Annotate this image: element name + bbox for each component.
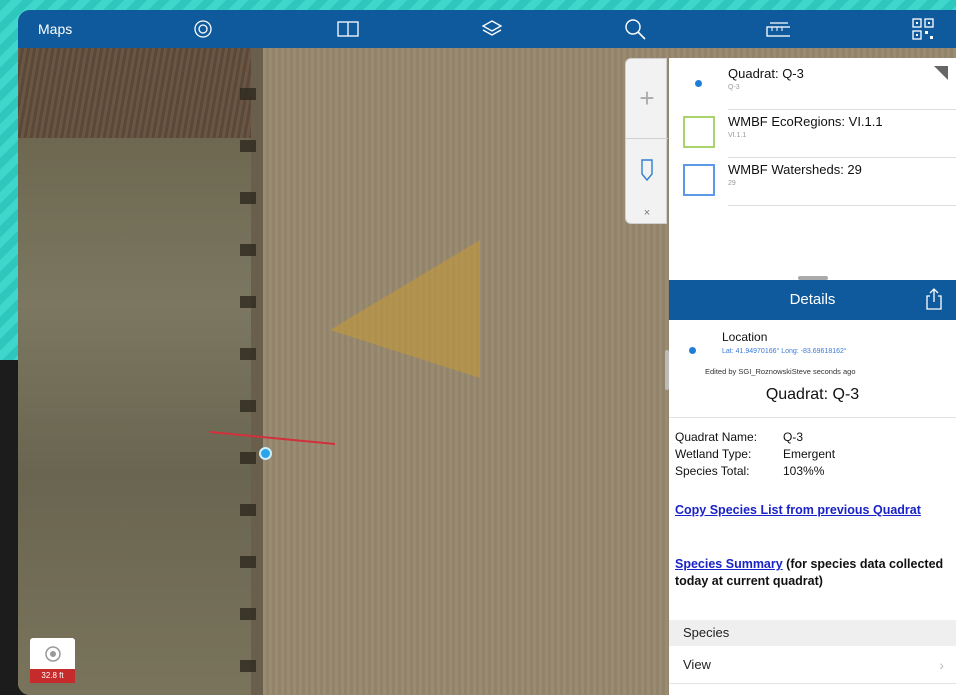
quadrat-polygon[interactable] bbox=[330, 240, 480, 390]
species-summary-block: Species Summary (for species data collec… bbox=[675, 556, 945, 590]
layers-icon[interactable] bbox=[480, 17, 504, 41]
map-tools-column: + × bbox=[625, 58, 668, 224]
search-icon[interactable] bbox=[623, 17, 647, 41]
maps-button[interactable]: Maps bbox=[38, 21, 72, 37]
map-field bbox=[18, 138, 251, 695]
location-coordinates: Lat: 41.94970166° Long: -83.69618162° bbox=[722, 348, 847, 355]
divider bbox=[728, 205, 956, 206]
attribute-row: Species Total: 103%% bbox=[675, 464, 824, 478]
list-item[interactable]: WMBF EcoRegions: VI.1.1 VI.1.1 bbox=[669, 110, 956, 158]
measure-icon[interactable] bbox=[766, 17, 790, 41]
species-section-header: Species bbox=[669, 620, 956, 646]
copy-species-link[interactable]: Copy Species List from previous Quadrat bbox=[675, 503, 921, 517]
species-summary-link[interactable]: Species Summary bbox=[675, 557, 783, 571]
details-header: Details bbox=[669, 280, 956, 320]
attribute-row: Quadrat Name: Q-3 bbox=[675, 430, 803, 444]
layer-subtitle: Q-3 bbox=[728, 84, 740, 91]
attribute-value: Emergent bbox=[783, 447, 836, 461]
layer-subtitle: VI.1.1 bbox=[728, 132, 747, 139]
location-title: Location bbox=[722, 330, 768, 344]
transect-line[interactable] bbox=[210, 428, 340, 448]
close-tools-button[interactable]: × bbox=[626, 202, 668, 224]
qr-code-icon[interactable] bbox=[911, 17, 935, 41]
attribute-row: Wetland Type: Emergent bbox=[675, 447, 835, 461]
share-icon bbox=[926, 288, 942, 310]
point-symbol-icon bbox=[695, 80, 702, 87]
list-item[interactable]: Quadrat: Q-3 Q-3 bbox=[669, 62, 956, 110]
add-feature-button[interactable]: + bbox=[626, 59, 668, 139]
attribute-key: Quadrat Name: bbox=[675, 430, 758, 444]
attribute-key: Wetland Type: bbox=[675, 447, 752, 461]
layer-title: WMBF Watersheds: 29 bbox=[728, 162, 862, 177]
pin-button[interactable] bbox=[626, 139, 668, 201]
details-panel: Location Lat: 41.94970166° Long: -83.696… bbox=[669, 320, 956, 695]
layer-title: Quadrat: Q-3 bbox=[728, 66, 804, 81]
share-button[interactable] bbox=[926, 288, 942, 314]
edited-by-text: Edited by SGI_RoznowskiSteve seconds ago bbox=[705, 367, 856, 376]
pin-icon bbox=[641, 159, 653, 182]
map-treeline bbox=[240, 48, 256, 695]
book-icon[interactable] bbox=[336, 17, 360, 41]
current-location-marker[interactable] bbox=[259, 447, 272, 460]
species-view-row[interactable]: View › bbox=[669, 646, 956, 684]
details-title: Details bbox=[789, 291, 836, 308]
polygon-symbol-icon bbox=[683, 164, 715, 196]
chevron-right-icon: › bbox=[939, 657, 944, 673]
locate-button[interactable]: 32.8 ft bbox=[30, 638, 75, 683]
copy-species-block: Copy Species List from previous Quadrat bbox=[675, 502, 945, 519]
map-field bbox=[18, 48, 251, 138]
feature-heading: Quadrat: Q-3 bbox=[669, 386, 956, 418]
top-toolbar: Maps bbox=[18, 10, 956, 48]
layer-subtitle: 29 bbox=[728, 180, 736, 187]
scale-label: 32.8 ft bbox=[30, 669, 75, 683]
view-label: View bbox=[683, 657, 711, 672]
target-icon[interactable] bbox=[191, 17, 215, 41]
layer-title: WMBF EcoRegions: VI.1.1 bbox=[728, 114, 883, 129]
ipad-screen: 32.8 ft Maps + × Quadrat: Q-3 Q-3 WMBF E… bbox=[18, 10, 956, 695]
attribute-value: Q-3 bbox=[783, 430, 804, 444]
attribute-value: 103%% bbox=[783, 464, 825, 478]
corner-fold-icon bbox=[934, 66, 948, 80]
attribute-key: Species Total: bbox=[675, 464, 750, 478]
list-item[interactable]: WMBF Watersheds: 29 29 bbox=[669, 158, 956, 206]
target-icon bbox=[45, 646, 61, 662]
polygon-symbol-icon bbox=[683, 116, 715, 148]
location-dot-icon bbox=[689, 347, 696, 354]
layer-results-list: Quadrat: Q-3 Q-3 WMBF EcoRegions: VI.1.1… bbox=[669, 58, 956, 280]
